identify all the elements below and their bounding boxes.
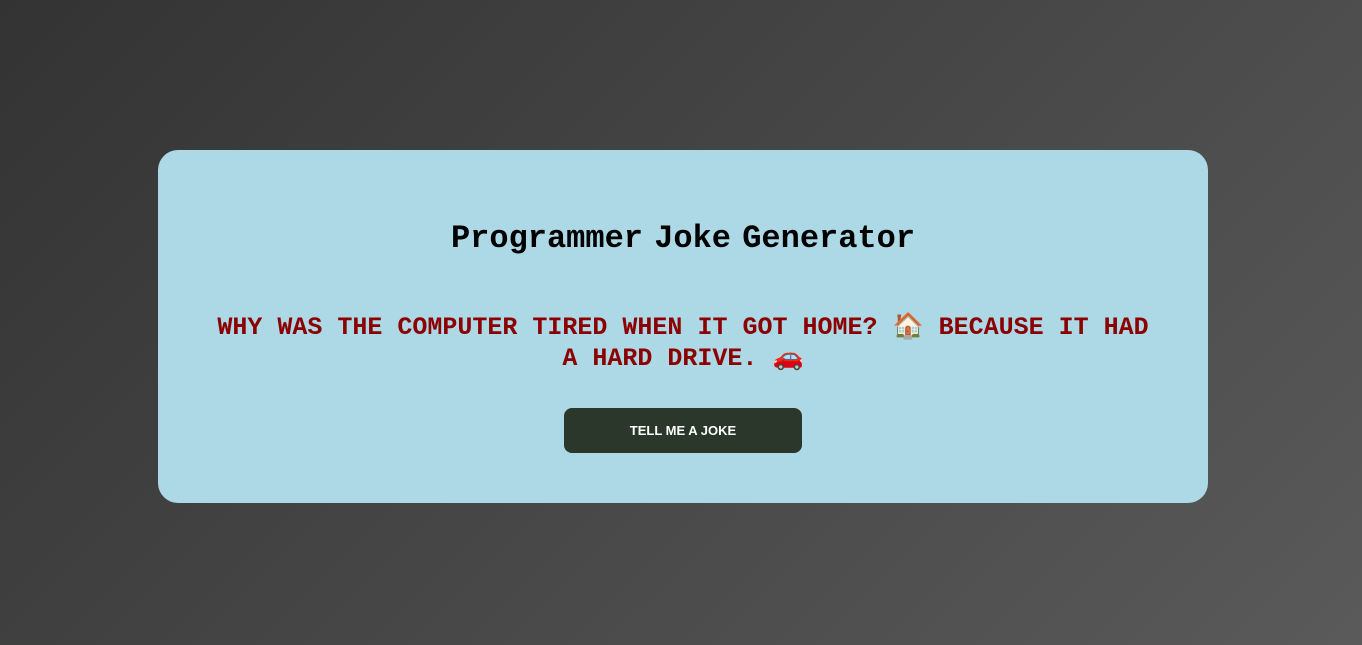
joke-card: Programmer Joke Generator WHY WAS THE CO… — [158, 150, 1208, 503]
tell-joke-button[interactable]: TELL ME A JOKE — [564, 408, 802, 453]
page-title: Programmer Joke Generator — [450, 220, 916, 257]
joke-text: WHY WAS THE COMPUTER TIRED WHEN IT GOT H… — [217, 313, 1149, 373]
